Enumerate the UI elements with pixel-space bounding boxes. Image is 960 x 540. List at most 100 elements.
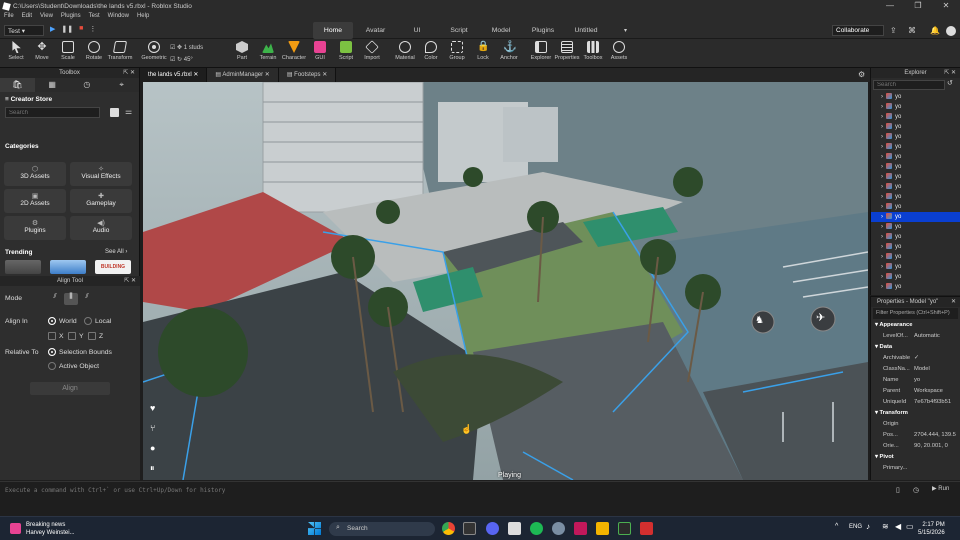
expand-arrow-icon[interactable]: ›: [881, 234, 883, 240]
move-tool[interactable]: ✥ Move: [29, 41, 55, 61]
refresh-icon[interactable]: ↺: [947, 79, 953, 87]
property-row[interactable]: Orie... 90, 20.001, 0: [871, 441, 960, 452]
tab-home[interactable]: Home: [313, 22, 353, 39]
expand-arrow-icon[interactable]: ›: [881, 134, 883, 140]
expand-arrow-icon[interactable]: ›: [881, 184, 883, 190]
align-max-icon[interactable]: ⫽: [80, 293, 94, 305]
explorer-item-yo[interactable]: › yo: [871, 172, 960, 182]
clock-icon[interactable]: ◷: [70, 78, 105, 92]
property-value[interactable]: Workspace: [914, 386, 943, 397]
align-min-icon[interactable]: ⫽: [48, 293, 62, 305]
tab-avatar[interactable]: Avatar: [358, 22, 393, 39]
explorer-item-yo[interactable]: › yo: [871, 92, 960, 102]
spotify-icon[interactable]: [530, 522, 543, 535]
property-row[interactable]: Parent Workspace: [871, 386, 960, 397]
terminal-icon[interactable]: [618, 522, 631, 535]
close-window-button[interactable]: ✕: [932, 0, 960, 12]
explorer-item-yo[interactable]: › yo: [871, 212, 960, 222]
import-tool[interactable]: Import: [359, 40, 385, 61]
active-object-radio[interactable]: Active Object: [48, 362, 99, 370]
property-row[interactable]: Name yo: [871, 375, 960, 386]
maximize-button[interactable]: ❐: [904, 0, 932, 12]
property-row[interactable]: Origin: [871, 419, 960, 430]
local-radio[interactable]: Local: [84, 317, 111, 325]
expand-arrow-icon[interactable]: ›: [881, 264, 883, 270]
microphone-icon[interactable]: ♪: [866, 522, 870, 531]
windows-start-icon[interactable]: [308, 522, 321, 535]
tab-ui[interactable]: UI: [403, 22, 431, 39]
bookmark-icon[interactable]: ▯: [896, 486, 900, 494]
explorer-item-yo[interactable]: › yo: [871, 182, 960, 192]
expand-arrow-icon[interactable]: ›: [881, 104, 883, 110]
category-gameplay[interactable]: ✚ Gameplay: [70, 189, 132, 213]
x-checkbox[interactable]: X: [48, 332, 64, 340]
file-explorer-icon[interactable]: [596, 522, 609, 535]
wifi-icon[interactable]: ≋: [882, 522, 889, 531]
news-icon[interactable]: [10, 523, 21, 534]
explorer-item-yo[interactable]: › yo: [871, 262, 960, 272]
close-icon[interactable]: ✕: [322, 72, 327, 78]
explorer-item-yo[interactable]: › yo: [871, 102, 960, 112]
script-tool[interactable]: Script: [333, 41, 359, 61]
expand-arrow-icon[interactable]: ›: [881, 194, 883, 200]
explorer-item-yo[interactable]: › yo: [871, 252, 960, 262]
property-row[interactable]: ClassNa... Model: [871, 364, 960, 375]
close-icon[interactable]: ✕: [951, 297, 956, 307]
select-tool[interactable]: Select: [3, 41, 29, 61]
app-icon[interactable]: [640, 522, 653, 535]
expand-arrow-icon[interactable]: ›: [881, 94, 883, 100]
tab-untitled[interactable]: Untitled: [570, 22, 602, 39]
doc-tab-adminmanager[interactable]: ▤ AdminManager ✕: [207, 68, 279, 82]
test-mode-select[interactable]: Test ▾: [4, 25, 44, 36]
doc-tab-footsteps[interactable]: ▤ Footsteps ✕: [278, 68, 337, 82]
menu-view[interactable]: View: [36, 12, 57, 22]
play-icon[interactable]: ▶: [50, 25, 55, 33]
explorer-item-yo[interactable]: › yo: [871, 162, 960, 172]
property-value[interactable]: ✓: [914, 353, 919, 364]
toolbox-search-input[interactable]: [5, 107, 100, 118]
battery-icon[interactable]: ▭: [906, 522, 914, 531]
property-value[interactable]: 2704.444, 139.5: [914, 430, 956, 441]
property-row[interactable]: LevelOf... Automatic: [871, 331, 960, 342]
avatar[interactable]: [946, 26, 956, 36]
menu-plugins[interactable]: Plugins: [57, 12, 85, 22]
property-value[interactable]: 90, 20.001, 0: [914, 441, 948, 452]
sprint-icon[interactable]: ✈: [816, 311, 825, 324]
close-icon[interactable]: ✕: [193, 72, 198, 78]
category-plugins[interactable]: ⚙ Plugins: [4, 216, 66, 240]
notifications-icon[interactable]: 🔔: [930, 26, 940, 35]
character-tool[interactable]: Character: [281, 41, 307, 61]
share-icon[interactable]: ⇪: [890, 26, 897, 35]
property-row[interactable]: Pos... 2704.444, 139.5: [871, 430, 960, 441]
taskbar-search[interactable]: Search: [329, 522, 435, 536]
explorer-item-yo[interactable]: › yo: [871, 142, 960, 152]
pin-icon[interactable]: ⌖: [104, 78, 139, 92]
menu-test[interactable]: Test: [85, 12, 104, 22]
collaborate-button[interactable]: Collaborate: [832, 25, 884, 36]
explorer-item-yo[interactable]: › yo: [871, 232, 960, 242]
close-icon[interactable]: ⇱ ✕: [124, 276, 136, 286]
volume-icon[interactable]: ◀: [895, 522, 901, 531]
anchor-tool[interactable]: ⚓ Anchor: [496, 41, 522, 61]
property-value[interactable]: yo: [914, 375, 920, 386]
close-icon[interactable]: ✕: [265, 72, 270, 78]
minimize-button[interactable]: —: [876, 0, 904, 12]
expand-arrow-icon[interactable]: ›: [881, 274, 883, 280]
property-value[interactable]: Model: [914, 364, 930, 375]
menu-file[interactable]: File: [0, 12, 18, 22]
category-audio[interactable]: ◀) Audio: [70, 216, 132, 240]
geometric-tool[interactable]: Geometric: [139, 41, 169, 61]
stop-icon[interactable]: ■: [79, 25, 83, 33]
explorer-item-yo[interactable]: › yo: [871, 222, 960, 232]
align-center-icon[interactable]: ⫼: [64, 293, 78, 305]
expand-arrow-icon[interactable]: ›: [881, 164, 883, 170]
explorer-tool[interactable]: Explorer: [528, 41, 554, 61]
news-widget[interactable]: Breaking news Harvey Weinstei...: [26, 521, 75, 537]
menu-edit[interactable]: Edit: [18, 12, 36, 22]
property-row[interactable]: Archivable ✓: [871, 353, 960, 364]
discord-icon[interactable]: [486, 522, 499, 535]
tab-plugins[interactable]: Plugins: [527, 22, 559, 39]
close-icon[interactable]: ⇱ ✕: [944, 68, 956, 78]
scale-tool[interactable]: Scale: [55, 41, 81, 61]
properties-filter-input[interactable]: Filter Properties (Ctrl+Shift+P): [873, 308, 958, 319]
